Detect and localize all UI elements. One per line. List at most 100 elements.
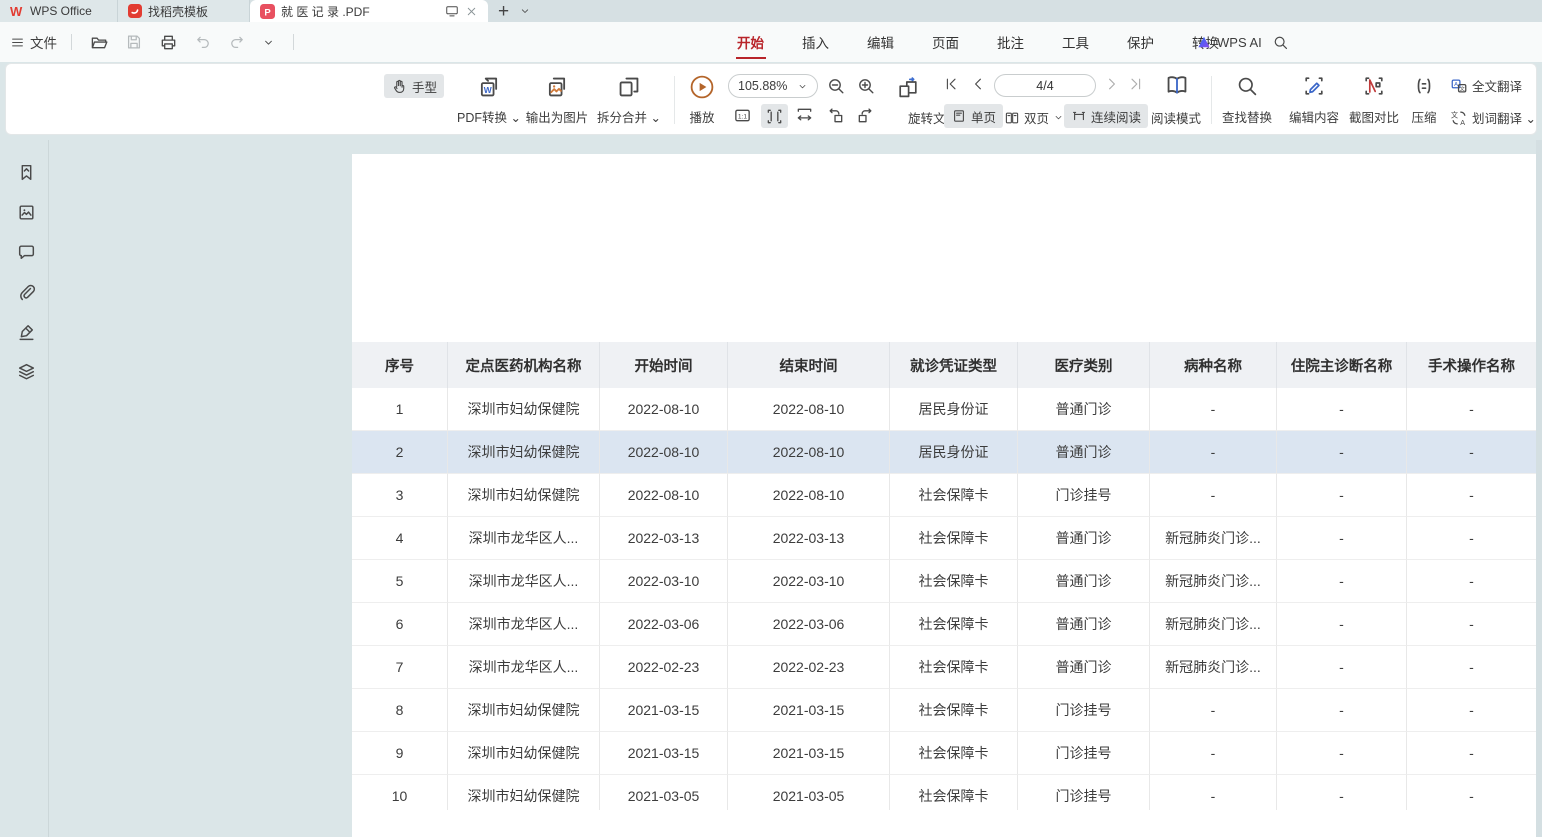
edit-content-button[interactable]: 编辑内容 [1286, 71, 1342, 129]
split-merge-label: 拆分合并 ⌄ [597, 107, 661, 126]
table-cell: 门诊挂号 [1018, 689, 1150, 732]
menu-search-button[interactable] [1272, 34, 1289, 51]
last-page-button[interactable] [1128, 76, 1144, 92]
pdf-file-icon: P [260, 4, 275, 19]
table-cell: - [1407, 689, 1536, 732]
attachments-panel-button[interactable] [14, 280, 39, 305]
thumbnails-panel-button[interactable] [14, 200, 39, 225]
menu-tab-批注[interactable]: 批注 [995, 23, 1026, 61]
next-page-button[interactable] [1104, 76, 1120, 92]
rotate-left-button[interactable] [826, 106, 845, 125]
hand-tool-button[interactable]: 手型 [384, 74, 444, 98]
read-mode-icon-wrap[interactable] [1164, 72, 1190, 98]
table-row: 7深圳市龙华区人...2022-02-232022-02-23社会保障卡普通门诊… [352, 646, 1536, 689]
find-replace-label: 查找替换 [1222, 107, 1272, 126]
screenshot-compare-label: 截图对比 [1349, 107, 1399, 126]
edit-content-icon [1302, 74, 1326, 98]
word-translate-button[interactable]: 文A 划词翻译 ⌄ [1450, 108, 1536, 127]
table-cell: 门诊挂号 [1018, 775, 1150, 810]
table-row: 6深圳市龙华区人...2022-03-062022-03-06社会保障卡普通门诊… [352, 603, 1536, 646]
continuous-read-button[interactable]: 连续阅读 [1064, 104, 1148, 128]
tab-docer-templates[interactable]: 找稻壳模板 [118, 0, 250, 22]
zoom-value: 105.88% [738, 79, 787, 93]
table-cell: - [1407, 775, 1536, 810]
menu-tab-开始[interactable]: 开始 [735, 23, 766, 61]
single-page-button[interactable]: 单页 [944, 104, 1003, 128]
table-cell: 社会保障卡 [890, 646, 1018, 689]
wps-ai-button[interactable]: WPS AI [1196, 34, 1262, 50]
new-tab-button[interactable]: + [498, 2, 509, 21]
pdf-convert-button[interactable]: W PDF转换 ⌄ [458, 71, 520, 129]
chevron-down-icon [797, 81, 808, 92]
full-translate-button[interactable]: A文 全文翻译 [1450, 76, 1522, 95]
folder-open-icon [90, 33, 109, 52]
page-number-input[interactable] [994, 74, 1096, 97]
screenshot-compare-button[interactable]: 截图对比 [1346, 71, 1402, 129]
svg-text:A: A [1460, 117, 1465, 126]
rotate-right-button[interactable] [856, 106, 875, 125]
table-cell: 普通门诊 [1018, 560, 1150, 603]
wps-pdf-app: W WPS Office 找稻壳模板 P 就 医 记 录 .PDF + 文件 [0, 0, 1542, 837]
fit-height-button[interactable] [761, 104, 788, 128]
table-cell: 1 [352, 388, 448, 431]
table-cell: 8 [352, 689, 448, 732]
menu-tab-页面[interactable]: 页面 [930, 23, 961, 61]
last-page-icon [1128, 76, 1144, 92]
actual-size-button[interactable]: 1:1 [733, 106, 752, 125]
prev-page-button[interactable] [970, 76, 986, 92]
layers-panel-button[interactable] [14, 359, 39, 384]
compress-button[interactable]: 压缩 [1406, 71, 1442, 129]
tab-document-active[interactable]: P 就 医 记 录 .PDF [250, 0, 488, 22]
file-menu-button[interactable]: 文件 [10, 32, 57, 52]
signature-panel-button[interactable] [14, 319, 39, 344]
left-panel-rail [0, 140, 49, 837]
tab-wps-home[interactable]: W WPS Office [0, 0, 118, 22]
close-tab-icon[interactable] [465, 5, 478, 18]
menu-tab-工具[interactable]: 工具 [1060, 23, 1091, 61]
table-cell: - [1407, 603, 1536, 646]
zoom-select[interactable]: 105.88% [728, 74, 818, 98]
bookmark-icon [16, 162, 37, 183]
present-to-screen-icon[interactable] [445, 4, 459, 18]
rotate-pages-button[interactable] [896, 76, 920, 100]
svg-text:A: A [1454, 82, 1458, 88]
hand-icon [391, 78, 407, 94]
tab-list-chevron-icon[interactable] [519, 5, 531, 17]
table-cell: 2 [352, 431, 448, 474]
play-button[interactable]: 播放 [682, 71, 722, 129]
table-cell: 普通门诊 [1018, 646, 1150, 689]
pdf-convert-icon: W [476, 74, 502, 100]
book-icon [1164, 72, 1190, 98]
redo-button[interactable] [224, 31, 250, 53]
print-button[interactable] [155, 31, 182, 54]
find-replace-button[interactable]: 查找替换 [1216, 71, 1278, 129]
export-image-button[interactable]: 输出为图片 [524, 71, 590, 129]
zoom-out-button[interactable] [826, 76, 846, 96]
pdf-page[interactable]: 序号定点医药机构名称开始时间结束时间就诊凭证类型医疗类别病种名称住院主诊断名称手… [352, 154, 1536, 837]
zoom-in-icon [856, 76, 876, 96]
open-file-button[interactable] [86, 31, 113, 54]
first-page-button[interactable] [943, 76, 959, 92]
table-cell: - [1277, 560, 1407, 603]
svg-text:文: 文 [1459, 84, 1465, 92]
save-button[interactable] [121, 31, 147, 53]
table-cell: 2022-03-06 [600, 603, 728, 646]
comments-panel-button[interactable] [14, 240, 39, 265]
header-cell: 医疗类别 [1018, 342, 1150, 388]
zoom-in-button[interactable] [856, 76, 876, 96]
wps-ai-icon [1196, 34, 1212, 50]
table-cell: 社会保障卡 [890, 517, 1018, 560]
vertical-scrollbar[interactable] [1536, 140, 1542, 837]
split-merge-button[interactable]: 拆分合并 ⌄ [596, 71, 662, 129]
menu-tab-插入[interactable]: 插入 [800, 23, 831, 61]
double-page-button[interactable]: 双页 [1004, 108, 1064, 127]
menu-tab-编辑[interactable]: 编辑 [865, 23, 896, 61]
find-replace-icon [1235, 74, 1259, 98]
undo-button[interactable] [190, 31, 216, 53]
read-mode-label[interactable]: 阅读模式 [1151, 108, 1201, 127]
table-cell: 社会保障卡 [890, 474, 1018, 517]
fit-width-button[interactable] [795, 106, 814, 125]
menu-tab-保护[interactable]: 保护 [1125, 23, 1156, 61]
bookmarks-panel-button[interactable] [14, 160, 39, 185]
quick-access-chevron[interactable] [258, 34, 279, 51]
